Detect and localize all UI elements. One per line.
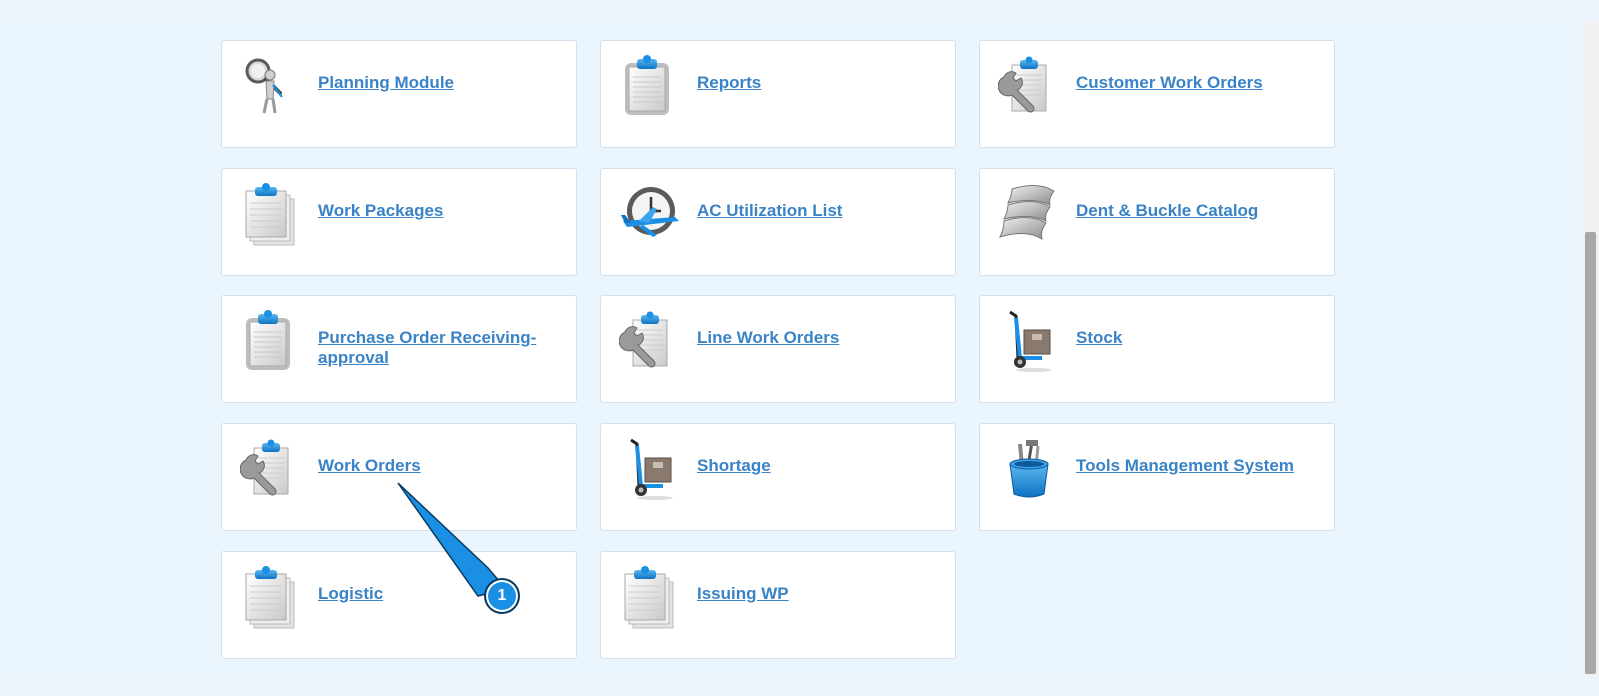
metal-panels-icon: [998, 181, 1060, 247]
tile-stock[interactable]: Stock: [979, 295, 1335, 403]
clipboard-wrench-icon: [240, 436, 302, 502]
clipboard-stack-icon: [619, 564, 681, 630]
tile-planning-module[interactable]: Planning Module: [221, 40, 577, 148]
hand-truck-icon: [619, 436, 681, 502]
tile-label[interactable]: Issuing WP: [697, 584, 927, 604]
tile-label[interactable]: Stock: [1076, 328, 1306, 348]
clipboard-wrench-icon: [998, 53, 1060, 119]
tile-dent-buckle-catalog[interactable]: Dent & Buckle Catalog: [979, 168, 1335, 276]
magnifier-figure-icon: [240, 53, 302, 119]
callout-step-badge: 1: [484, 578, 520, 614]
tile-label[interactable]: Planning Module: [318, 73, 548, 93]
tile-label[interactable]: Work Orders: [318, 456, 548, 476]
tile-label[interactable]: Shortage: [697, 456, 927, 476]
tile-shortage[interactable]: Shortage: [600, 423, 956, 531]
tile-label[interactable]: Dent & Buckle Catalog: [1076, 201, 1306, 221]
clipboard-stack-icon: [240, 564, 302, 630]
tile-label[interactable]: Customer Work Orders: [1076, 73, 1306, 93]
tile-line-work-orders[interactable]: Line Work Orders: [600, 295, 956, 403]
clock-airplane-icon: [619, 181, 681, 247]
tile-label[interactable]: Line Work Orders: [697, 328, 927, 348]
clipboard-icon: [240, 308, 302, 374]
tile-label[interactable]: Reports: [697, 73, 927, 93]
tile-customer-work-orders[interactable]: Customer Work Orders: [979, 40, 1335, 148]
tile-label[interactable]: AC Utilization List: [697, 201, 927, 221]
tile-reports[interactable]: Reports: [600, 40, 956, 148]
clipboard-icon: [619, 53, 681, 119]
tile-work-packages[interactable]: Work Packages: [221, 168, 577, 276]
scrollbar-thumb[interactable]: [1585, 232, 1596, 674]
page-footer-band: [0, 676, 1599, 696]
tile-issuing-wp[interactable]: Issuing WP: [600, 551, 956, 659]
tile-label[interactable]: Purchase Order Receiving-approval: [318, 328, 548, 368]
clipboard-stack-icon: [240, 181, 302, 247]
clipboard-wrench-icon: [619, 308, 681, 374]
tile-label[interactable]: Work Packages: [318, 201, 548, 221]
tile-label[interactable]: Tools Management System: [1076, 456, 1306, 476]
tile-logistic[interactable]: Logistic: [221, 551, 577, 659]
tile-ac-utilization-list[interactable]: AC Utilization List: [600, 168, 956, 276]
hand-truck-icon: [998, 308, 1060, 374]
tile-tools-management-system[interactable]: Tools Management System: [979, 423, 1335, 531]
tile-purchase-order-receiving-approval[interactable]: Purchase Order Receiving-approval: [221, 295, 577, 403]
tool-bucket-icon: [998, 436, 1060, 502]
tile-work-orders[interactable]: Work Orders: [221, 423, 577, 531]
